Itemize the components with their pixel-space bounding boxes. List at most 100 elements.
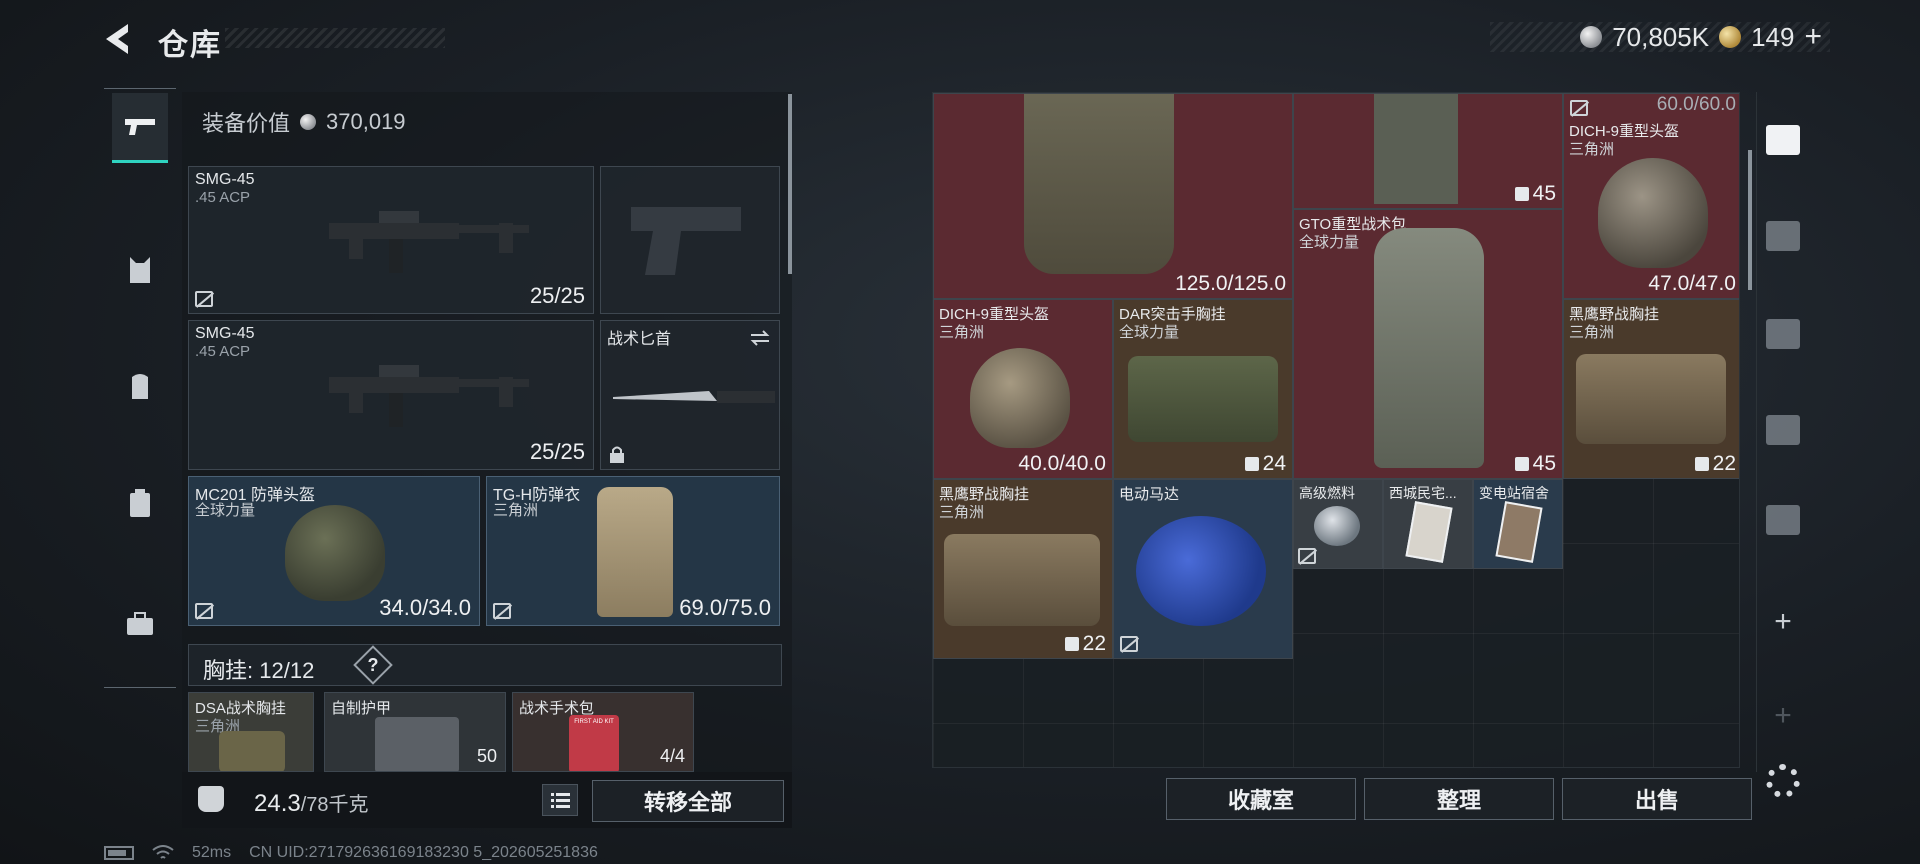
armor-faction: 三角洲 [493, 502, 539, 519]
helmet-image [285, 505, 385, 601]
plus-icon: + [1774, 605, 1792, 638]
rig-label: 胸挂: 12/12 [203, 658, 315, 683]
ammo-count: 25/25 [529, 283, 585, 308]
nav-rigs[interactable] [112, 235, 168, 305]
briefcase-icon [127, 612, 153, 635]
stash-item-dar-rig[interactable]: DAR突击手胸挂 全球力量 24 [1113, 299, 1293, 479]
stash-item-blackhawk-rig[interactable]: 黑鹰野战胸挂 三角洲 22 [1563, 299, 1739, 479]
ping-value: 52ms [192, 844, 232, 861]
primary-weapon-slot[interactable]: SMG-45 .45 ACP 25/25 [188, 166, 594, 314]
card-image [1405, 501, 1453, 563]
nav-locker[interactable] [112, 469, 168, 539]
wifi-icon [152, 845, 174, 859]
backpack-icon [132, 374, 148, 399]
stash-item-advanced-fuel[interactable]: 高级燃料 [1293, 479, 1383, 569]
status-bar: 52ms CN UID:271792636169183230 5_2026052… [104, 844, 598, 862]
pistol-placeholder-icon [631, 207, 741, 275]
item-durability: 40.0/40.0 [1018, 452, 1106, 475]
helmet-image [970, 348, 1070, 448]
ammo-count: 25/25 [529, 439, 585, 464]
stash-item-helmet-dich-9[interactable]: DICH-9重型头盔 三角洲 40.0/40.0 [933, 299, 1113, 479]
rig-mini-icon [1694, 457, 1709, 471]
secondary-weapon-slot[interactable] [600, 166, 780, 314]
stash-page-5[interactable] [1757, 484, 1809, 556]
item-top-durability: 60.0/60.0 [1656, 94, 1736, 115]
item-faction: 三角洲 [1569, 324, 1615, 341]
nav-briefcase[interactable] [112, 589, 168, 659]
settings-gear-icon[interactable] [1766, 764, 1800, 798]
vest-image [1024, 94, 1174, 274]
title-decoration [225, 28, 445, 48]
rig-image [1576, 354, 1726, 444]
item-faction: 三角洲 [1569, 141, 1615, 158]
item-faction: 三角洲 [939, 324, 985, 341]
back-arrow-icon[interactable] [100, 22, 140, 56]
equipment-value-label: 装备价值 [202, 111, 291, 136]
stash-image-icon [1766, 415, 1800, 445]
left-scrollbar[interactable] [788, 94, 792, 274]
stash-add-icon [1766, 505, 1800, 535]
no-insure-icon [493, 603, 511, 619]
list-view-button[interactable] [542, 784, 578, 816]
add-stash-page-button[interactable]: + [1757, 586, 1809, 658]
nav-backpacks[interactable] [112, 351, 168, 421]
sort-button[interactable]: 整理 [1364, 778, 1554, 820]
rig-item-dsa[interactable]: DSA战术胸挂 三角洲 [188, 692, 314, 772]
item-value: 22 [1064, 632, 1106, 656]
backpack-mini-icon [1514, 457, 1529, 471]
item-value: 45 [1514, 452, 1556, 476]
help-button[interactable]: ? [353, 645, 393, 685]
armor-slot[interactable]: TG-H防弹衣 三角洲 69.0/75.0 [486, 476, 780, 626]
stash-item-gto-bag[interactable]: GTO重型战术包 全球力量 45 [1293, 209, 1563, 479]
equipment-value-amount: 370,019 [326, 109, 406, 134]
rig-mini-icon [1064, 637, 1079, 651]
item-value: 4/4 [659, 746, 685, 766]
left-bottom-bar: 24.3/78千克 转移全部 [182, 772, 792, 828]
stash-item-west-city-card[interactable]: 西城民宅... [1383, 479, 1473, 569]
stash-page-main[interactable] [1757, 104, 1809, 176]
melee-slot[interactable]: 战术匕首 [600, 320, 780, 470]
stash-item-helmet-dich-9[interactable]: 60.0/60.0 DICH-9重型头盔 三角洲 47.0/47.0 [1563, 93, 1739, 299]
transfer-all-button[interactable]: 转移全部 [592, 780, 784, 822]
holster-weapon-slot[interactable]: SMG-45 .45 ACP 25/25 [188, 320, 594, 470]
sell-button[interactable]: 出售 [1562, 778, 1752, 820]
stash-item-blackhawk-rig[interactable]: 黑鹰野战胸挂 三角洲 22 [933, 479, 1113, 659]
stash-grid: 125.0/125.0 45 60.0/60.0 DICH-9重型头盔 三角洲 … [932, 92, 1740, 768]
weapon-ammo: .45 ACP [195, 343, 251, 360]
rig-item-homemade-armor[interactable]: 自制护甲 50 [324, 692, 506, 772]
rig-capacity-bar: 胸挂: 12/12 ? [188, 644, 782, 686]
stash-item-electric-motor[interactable]: 电动马达 [1113, 479, 1293, 659]
list-icon [551, 793, 570, 808]
stash-page-3[interactable] [1757, 298, 1809, 370]
item-value: 24 [1244, 452, 1286, 476]
helmet-slot[interactable]: MC201 防弹头盔 全球力量 34.0/34.0 [188, 476, 480, 626]
rig-image [1128, 356, 1278, 442]
smg-image [329, 365, 529, 427]
nav-weapons[interactable] [112, 93, 168, 163]
swap-icon[interactable] [749, 329, 771, 347]
stash-page-nav: + + [1756, 92, 1808, 772]
add-currency-button[interactable]: + [1804, 20, 1822, 54]
gold-currency-value: 149 [1751, 21, 1795, 52]
rig-item-surgery-kit[interactable]: 战术手术包 FIRST AID KIT 4/4 [512, 692, 694, 772]
user-uid: CN UID:271792636169183230 5_202605251836 [249, 844, 598, 861]
stash-item-substation-card[interactable]: 变电站宿舍 [1473, 479, 1563, 569]
locker-icon [130, 489, 150, 517]
fuel-can-image [1314, 506, 1360, 546]
item-name: 变电站宿舍 [1479, 485, 1549, 501]
card-image [1495, 501, 1543, 563]
equipment-value: 装备价值 370,019 [202, 106, 406, 138]
item-name: 电动马达 [1119, 486, 1180, 503]
rig-image [944, 534, 1100, 626]
collection-room-button[interactable]: 收藏室 [1166, 778, 1356, 820]
stash-page-4[interactable] [1757, 394, 1809, 466]
silver-coin-icon [1580, 26, 1603, 48]
no-insure-icon [195, 603, 213, 619]
header: 仓库 70,805K 149 + [0, 0, 1920, 80]
stash-item-vest[interactable]: 125.0/125.0 [933, 93, 1293, 299]
item-durability: 125.0/125.0 [1175, 272, 1286, 295]
weapon-ammo: .45 ACP [195, 189, 251, 206]
stash-page-2[interactable] [1757, 200, 1809, 272]
stash-item-pack[interactable]: 45 [1293, 93, 1563, 209]
stash-scrollbar[interactable] [1748, 150, 1752, 290]
